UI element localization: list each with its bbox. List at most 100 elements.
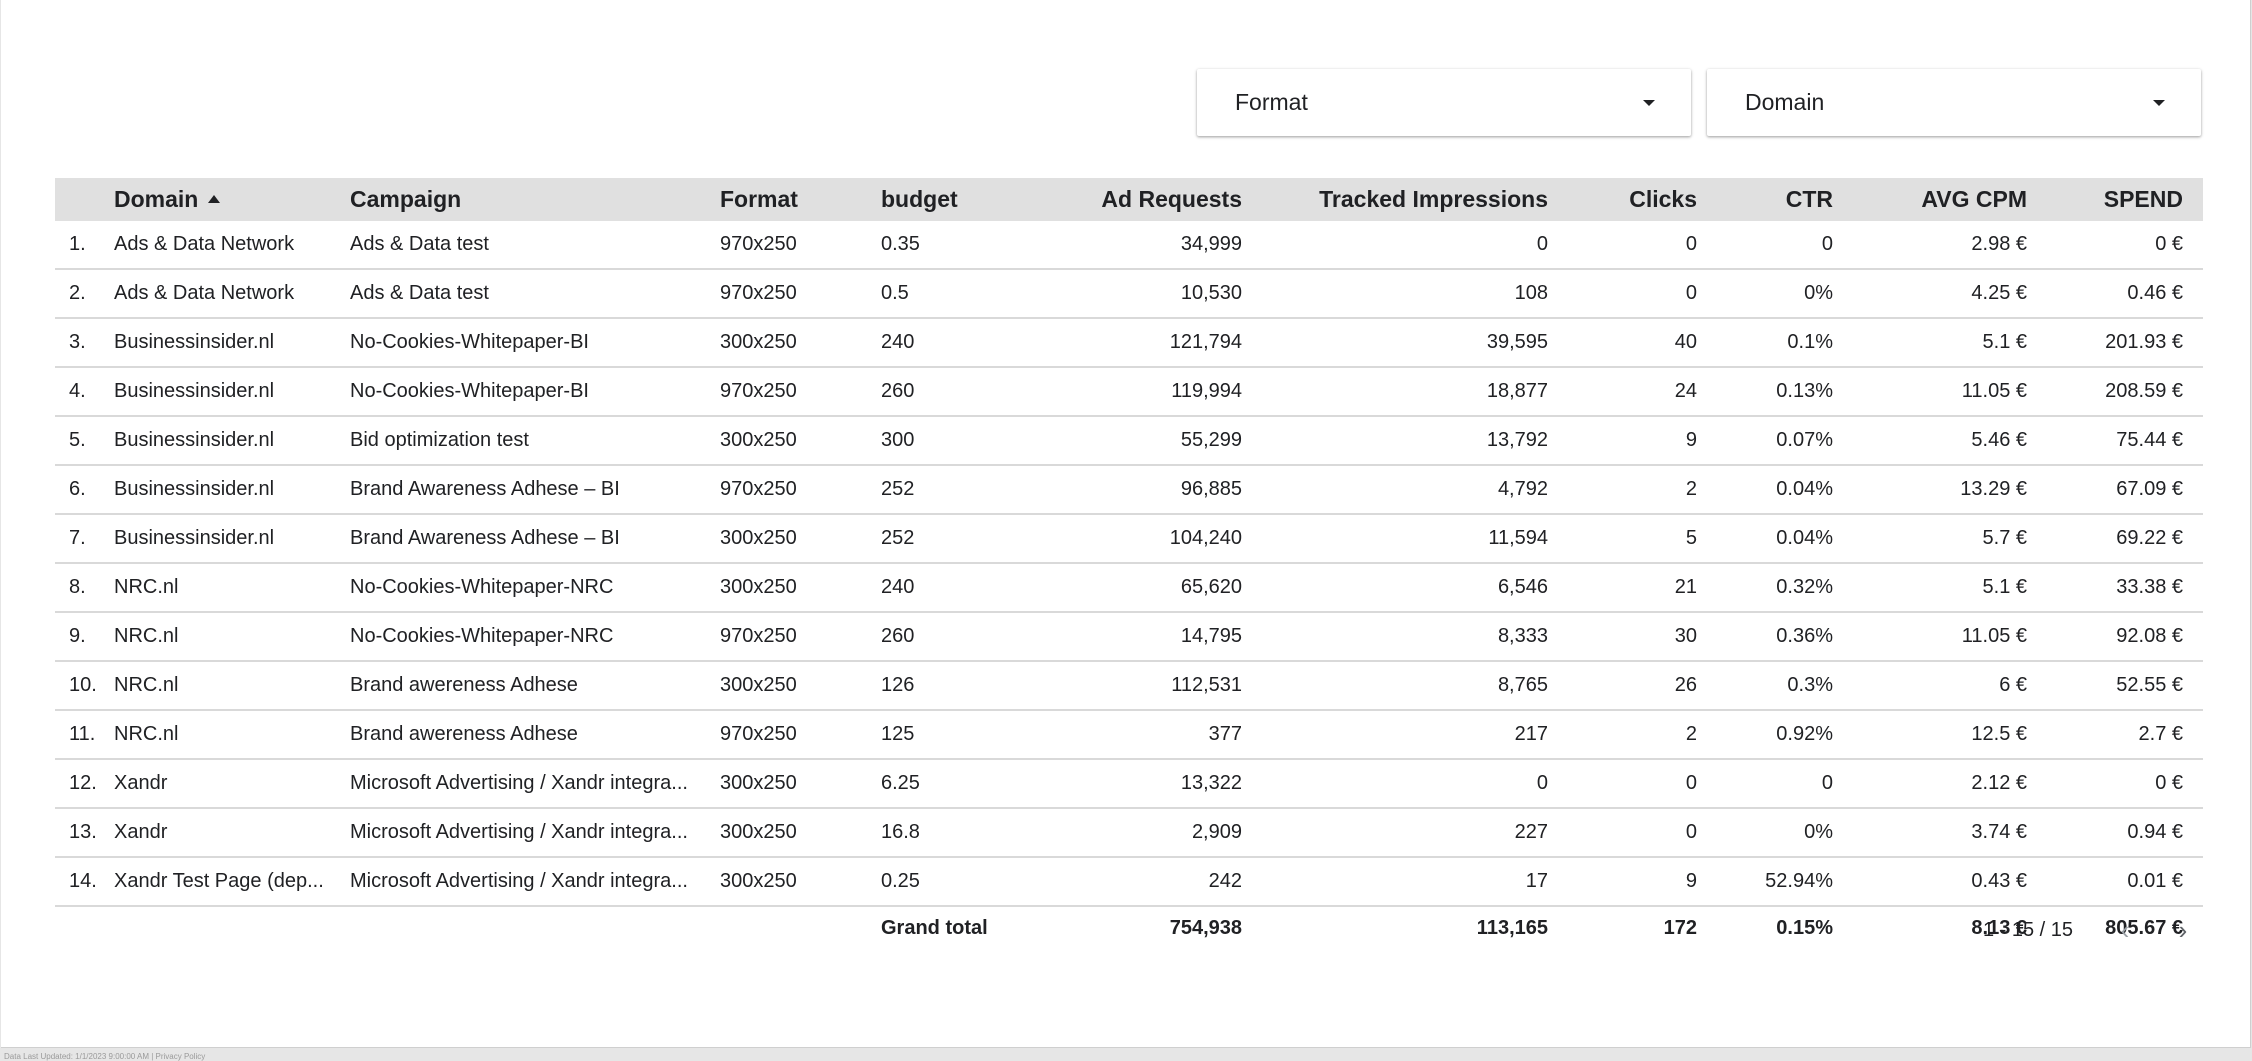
table-row[interactable]: 7. Businessinsider.nl Brand Awareness Adhe… [55,515,2203,564]
header-format[interactable]: Format [720,186,881,213]
row-index: 4. [69,380,86,402]
cell-ad-requests: 14,795 [1180,625,1242,647]
cell-ad-requests: 119,994 [1171,380,1242,402]
cell-format: 970x250 [720,723,797,745]
cell-domain: Ads & Data Network [114,233,295,255]
cell-domain: Ads & Data Network [114,282,295,304]
cell-ad-requests: 65,620 [1180,576,1242,598]
header-spend[interactable]: SPEND [2027,186,2195,213]
cell-domain: Xandr [114,772,168,794]
header-clicks[interactable]: Clicks [1548,186,1697,213]
cell-spend: 75.44 € [2116,429,2183,451]
table-row[interactable]: 3. Businessinsider.nl No-Cookies-Whitepape… [55,319,2203,368]
table-row[interactable]: 12. Xandr Microsoft Advertising / Xandr in… [55,760,2203,809]
row-index: 7. [69,527,86,549]
cell-domain: Businessinsider.nl [114,478,275,500]
cell-clicks: 9 [1685,870,1697,892]
cell-tracked-impressions: 13,792 [1486,429,1548,451]
table-row[interactable]: 8. NRC.nl No-Cookies-Whitepaper-NRC 300x250… [55,564,2203,613]
dropdown-caret-icon [2153,99,2165,106]
cell-ctr: 0.3% [1787,674,1833,696]
cell-campaign: Brand Awareness Adhese – BI [350,478,620,500]
table-row[interactable]: 2. Ads & Data Network Ads & Data test 970x2… [55,270,2203,319]
format-filter-label: Format [1235,89,1308,115]
cell-campaign: No-Cookies-Whitepaper-NRC [350,576,614,598]
cell-budget: 0.5 [881,282,909,304]
format-filter-dropdown[interactable]: Format [1197,69,1691,136]
cell-format: 970x250 [720,625,797,647]
chevron-left-icon[interactable]: ‹ [2113,915,2137,945]
cell-domain: Businessinsider.nl [114,429,275,451]
cell-avg-cpm: 3.74 € [1971,821,2027,843]
cell-ad-requests: 96,885 [1180,478,1242,500]
cell-clicks: 26 [1674,674,1697,696]
cell-format: 300x250 [720,821,797,843]
cell-campaign: No-Cookies-Whitepaper-NRC [350,625,614,647]
row-index: 5. [69,429,86,451]
header-ctr[interactable]: CTR [1697,186,1833,213]
table-row[interactable]: 6. Businessinsider.nl Brand Awareness Adhe… [55,466,2203,515]
cell-budget: 0.35 [881,233,920,255]
domain-filter-dropdown[interactable]: Domain [1707,69,2201,136]
header-avg-cpm[interactable]: AVG CPM [1833,186,2027,213]
table-body[interactable]: 1. Ads & Data Network Ads & Data test 970x2… [55,221,2203,907]
cell-clicks: 0 [1685,821,1697,843]
cell-domain: Businessinsider.nl [114,331,275,353]
table-row[interactable]: 5. Businessinsider.nl Bid optimization tes… [55,417,2203,466]
total-tracked-impressions: 113,165 [1476,916,1548,939]
cell-avg-cpm: 4.25 € [1971,282,2027,304]
cell-clicks: 0 [1685,233,1697,255]
cell-budget: 240 [881,331,915,353]
row-index: 14. [69,870,97,892]
cell-spend: 67.09 € [2116,478,2183,500]
table-row[interactable]: 11. NRC.nl Brand awereness Adhese 970x250 12… [55,711,2203,760]
cell-budget: 126 [881,674,915,696]
header-tracked-impressions[interactable]: Tracked Impressions [1242,186,1548,213]
table-row[interactable]: 9. NRC.nl No-Cookies-Whitepaper-NRC 970x250… [55,613,2203,662]
grand-total-row: Grand total 754,938 113,165 172 0.15% 8.… [55,907,2203,949]
table-row[interactable]: 10. NRC.nl Brand awereness Adhese 300x250 12… [55,662,2203,711]
cell-clicks: 5 [1685,527,1697,549]
header-ad-requests[interactable]: Ad Requests [1047,186,1242,213]
table-row[interactable]: 4. Businessinsider.nl No-Cookies-Whitepape… [55,368,2203,417]
cell-clicks: 24 [1674,380,1697,402]
row-index: 9. [69,625,86,647]
cell-format: 970x250 [720,380,797,402]
header-budget[interactable]: budget [881,186,1047,213]
cell-tracked-impressions: 18,877 [1486,380,1548,402]
header-domain[interactable]: Domain [114,186,350,213]
header-campaign[interactable]: Campaign [350,186,720,213]
chevron-right-icon[interactable]: › [2171,915,2195,945]
cell-campaign: No-Cookies-Whitepaper-BI [350,331,589,353]
cell-campaign: Brand awereness Adhese [350,723,578,745]
row-index: 3. [69,331,86,353]
cell-clicks: 30 [1674,625,1697,647]
table-row[interactable]: 13. Xandr Microsoft Advertising / Xandr in… [55,809,2203,858]
grand-total-label: Grand total [881,916,988,939]
cell-campaign: Brand Awareness Adhese – BI [350,527,620,549]
cell-format: 970x250 [720,233,797,255]
cell-spend: 0.46 € [2127,282,2183,304]
cell-budget: 260 [881,625,915,647]
cell-ctr: 0.36% [1776,625,1833,647]
cell-ad-requests: 112,531 [1171,674,1242,696]
cell-clicks: 21 [1674,576,1697,598]
total-ctr: 0.15% [1776,916,1833,939]
pagination: 1 - 15 / 15 ‹ › [1983,915,2195,945]
table-row[interactable]: 14. Xandr Test Page (dep... Microsoft Adve… [55,858,2203,907]
cell-budget: 0.25 [881,870,920,892]
cell-campaign: Microsoft Advertising / Xandr integra... [350,870,688,892]
dropdown-caret-icon [1643,99,1655,106]
row-index: 11. [69,723,96,745]
table-row[interactable]: 1. Ads & Data Network Ads & Data test 970x2… [55,221,2203,270]
cell-budget: 6.25 [881,772,920,794]
cell-domain: NRC.nl [114,674,179,696]
cell-clicks: 2 [1685,723,1697,745]
cell-ctr: 52.94% [1765,870,1833,892]
cell-avg-cpm: 0.43 € [1971,870,2027,892]
table-header: Domain Campaign Format budget Ad Request… [55,178,2203,221]
cell-campaign: Microsoft Advertising / Xandr integra... [350,772,688,794]
cell-spend: 0 € [2155,772,2183,794]
cell-tracked-impressions: 8,765 [1497,674,1548,696]
cell-tracked-impressions: 217 [1514,723,1548,745]
